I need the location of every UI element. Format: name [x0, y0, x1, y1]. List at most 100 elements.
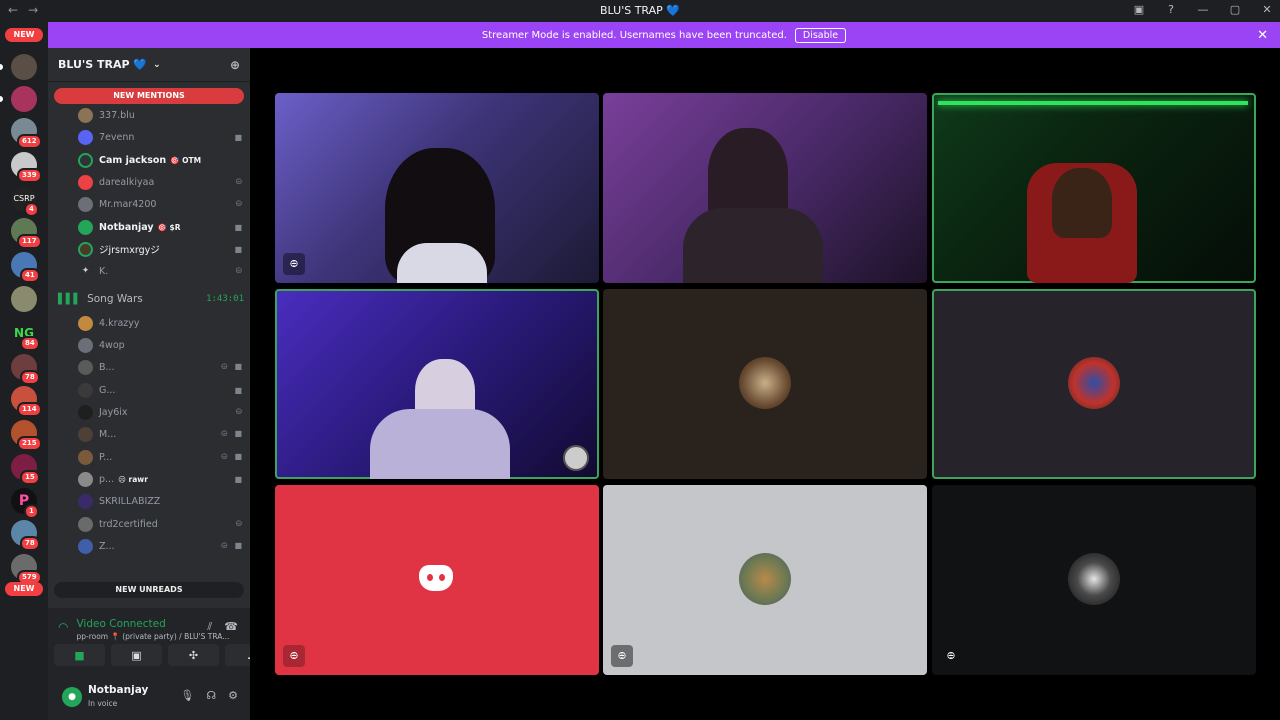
voice-user[interactable]: SKRILLABIZZ: [78, 491, 242, 511]
avatar: [78, 196, 93, 212]
soundboard-button[interactable]: ♪: [225, 644, 250, 666]
server-header[interactable]: BLU'S TRAP 💙 ⌄ ⊕: [48, 48, 250, 82]
participant-video: [683, 208, 823, 283]
user-avatar[interactable]: ●: [62, 687, 82, 707]
mic-muted-icon: ⨸: [283, 645, 305, 667]
disconnect-icon[interactable]: ☎: [224, 620, 238, 634]
avatar: [78, 337, 93, 353]
voice-user[interactable]: 7evenn ■: [78, 127, 242, 147]
mention-badge: 4: [24, 202, 39, 217]
server-icon[interactable]: [11, 86, 37, 112]
user-tag: 🎯 $R: [157, 222, 181, 232]
new-indicator-bottom[interactable]: NEW: [5, 582, 43, 596]
video-tile[interactable]: [603, 93, 927, 283]
participant-avatar: [1068, 553, 1120, 605]
video-tile[interactable]: ⨸: [275, 93, 599, 283]
activities-icon: ✣: [188, 648, 199, 662]
voice-user[interactable]: p... ☹ rawr ■: [78, 469, 242, 489]
avatar: [78, 426, 93, 442]
voice-user[interactable]: 4wop: [78, 335, 242, 355]
voice-actions: ⫽ ☎: [207, 620, 238, 634]
disable-button[interactable]: Disable: [794, 27, 847, 43]
unread-pill: [0, 96, 3, 102]
voice-user[interactable]: B... ⨸ ■: [78, 357, 242, 377]
voice-user[interactable]: Mr.mar4200 ⨸: [78, 194, 242, 214]
voice-user[interactable]: Notbanjay 🎯 $R ■: [78, 217, 242, 237]
mention-badge: 114: [17, 402, 42, 417]
help-icon[interactable]: ?: [1164, 3, 1178, 16]
settings-gear-icon[interactable]: ⚙: [228, 689, 238, 702]
user-controls: 🎙 ☊ ⚙: [180, 689, 238, 702]
video-tile[interactable]: [603, 289, 927, 479]
window-controls: ▣ ? — ▢ ✕: [1132, 3, 1274, 16]
new-indicator-top[interactable]: NEW: [5, 28, 43, 42]
voice-user[interactable]: 337.blu: [78, 105, 242, 125]
server-icon[interactable]: [11, 286, 37, 312]
mention-badge: 1: [24, 504, 39, 519]
user-name: 337.blu: [99, 109, 135, 121]
voice-user[interactable]: ✦ K. ⨸: [78, 261, 242, 281]
voice-buttons: ■ ▣ ✣ ♪: [54, 644, 250, 666]
mention-badge: 15: [20, 470, 40, 485]
server-icon[interactable]: [11, 54, 37, 80]
user-name: p...: [99, 473, 115, 485]
video-stage: ⨸ ⨸ ⨸ ⨸: [250, 48, 1280, 720]
video-icon: ■: [234, 541, 242, 550]
voice-user[interactable]: Cam jackson 🎯 OTM: [78, 150, 242, 170]
video-tile-speaking[interactable]: [932, 93, 1256, 283]
voice-user[interactable]: 4.krazyy: [78, 313, 242, 333]
voice-user[interactable]: Jay6ix ⨸: [78, 402, 242, 422]
user-tag: ☹ rawr: [118, 474, 148, 484]
avatar: [78, 315, 93, 331]
add-member-icon[interactable]: ⊕: [230, 58, 240, 72]
channel-timer: 1:43:01: [206, 294, 244, 304]
video-tile[interactable]: ⨸: [275, 485, 599, 675]
minimize-icon[interactable]: —: [1196, 3, 1210, 16]
voice-channel-song-wars[interactable]: ▌▌▌ Song Wars 1:43:01: [58, 289, 244, 309]
mention-badge: 215: [17, 436, 42, 451]
video-tile[interactable]: ⨸: [932, 485, 1256, 675]
avatar: [78, 471, 93, 487]
user-tag: 🎯 OTM: [170, 155, 202, 165]
camera-button[interactable]: ■: [54, 644, 105, 666]
screen-share-button[interactable]: ▣: [111, 644, 162, 666]
window-title: BLU'S TRAP 💙: [600, 4, 680, 17]
new-mentions-pill[interactable]: NEW MENTIONS: [54, 88, 244, 104]
microphone-icon[interactable]: 🎙: [180, 689, 194, 702]
avatar: [78, 152, 93, 168]
voice-user[interactable]: P... ⨸ ■: [78, 447, 242, 467]
voice-activity-icon: ▌▌▌: [58, 293, 82, 305]
voice-user[interactable]: Z... ⨸ ■: [78, 536, 242, 556]
mic-muted-icon: ⨸: [221, 362, 228, 371]
voice-user[interactable]: ジjrsmxrgyジ ■: [78, 239, 242, 259]
headphones-icon[interactable]: ☊: [206, 689, 216, 702]
close-icon[interactable]: ✕: [1260, 3, 1274, 16]
noise-suppression-icon[interactable]: ⫽: [207, 620, 212, 634]
mention-badge: 78: [20, 536, 40, 551]
new-unreads-pill[interactable]: NEW UNREADS: [54, 582, 244, 598]
avatar: [78, 538, 93, 554]
voice-user[interactable]: G... ■: [78, 380, 242, 400]
video-tile-speaking[interactable]: [932, 289, 1256, 479]
user-status: In voice: [88, 699, 118, 708]
close-icon[interactable]: ✕: [1257, 28, 1268, 43]
mic-muted-icon: ⨸: [235, 519, 242, 528]
avatar: [78, 359, 93, 375]
title-bar: ← → BLU'S TRAP 💙 ▣ ? — ▢ ✕: [0, 0, 1280, 22]
mention-badge: 78: [20, 370, 40, 385]
voice-user[interactable]: M... ⨸ ■: [78, 424, 242, 444]
participant-video: [397, 243, 487, 283]
avatar: [78, 404, 93, 420]
video-tile-speaking[interactable]: [275, 289, 599, 479]
voice-connection-panel: ◠ Video Connected pp-room 📍 (private par…: [48, 608, 250, 720]
voice-user[interactable]: darealkiyaa ⨸: [78, 172, 242, 192]
video-tile[interactable]: ⨸: [603, 485, 927, 675]
user-name[interactable]: Notbanjay: [88, 684, 148, 696]
mention-badge: 41: [20, 268, 40, 283]
maximize-icon[interactable]: ▢: [1228, 3, 1242, 16]
voice-user[interactable]: trd2certified ⨸: [78, 514, 242, 534]
activities-button[interactable]: ✣: [168, 644, 219, 666]
banner-text: Streamer Mode is enabled. Usernames have…: [481, 29, 787, 41]
participant-video: [370, 409, 510, 479]
inbox-icon[interactable]: ▣: [1132, 3, 1146, 16]
